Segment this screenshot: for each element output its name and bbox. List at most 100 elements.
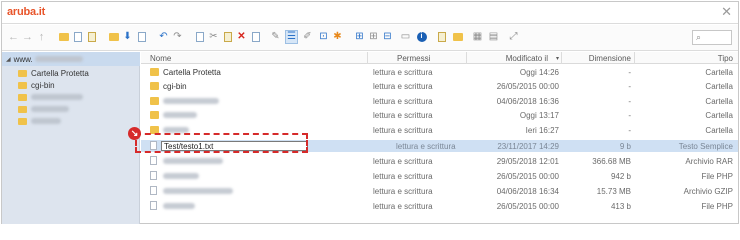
edit-name-icon[interactable]: ☰	[285, 30, 298, 44]
tree-item-redacted[interactable]	[18, 115, 61, 127]
download-icon[interactable]: ⬇	[122, 31, 133, 43]
rename-highlight-box	[135, 133, 308, 153]
file-permissions: lettura e scrittura	[373, 111, 433, 120]
delete-icon[interactable]: ✕	[236, 31, 247, 43]
copy-icon[interactable]	[194, 31, 205, 43]
select-all-icon[interactable]: ⊡	[318, 31, 329, 43]
table-row[interactable]: Cartella Protetta lettura e scrittura Og…	[141, 66, 738, 78]
file-icon	[150, 201, 157, 210]
new-file-icon[interactable]	[72, 31, 83, 43]
file-type: Cartella	[705, 126, 733, 135]
column-header-type[interactable]: Tipo	[718, 54, 733, 63]
folder-icon	[18, 81, 27, 89]
file-modified: Oggi 14:26	[519, 68, 559, 77]
file-size: 413 b	[610, 202, 631, 211]
file-type: File PHP	[701, 172, 733, 181]
monitor-icon[interactable]: ▭	[400, 31, 411, 43]
tree-root-label: www.	[13, 54, 33, 64]
list-view-icon[interactable]: ▤	[488, 31, 499, 43]
new-folder-icon[interactable]	[58, 31, 69, 43]
search-input[interactable]: ⌕	[692, 30, 732, 45]
file-modified: 04/06/2018 16:34	[496, 187, 559, 196]
tree-item-redacted[interactable]	[18, 103, 69, 115]
info-icon[interactable]: i	[416, 31, 427, 43]
archive-icon[interactable]	[436, 31, 447, 43]
tile-icon[interactable]: ⊟	[382, 31, 393, 43]
file-size: -	[628, 111, 631, 120]
aruba-logo: aruba.it	[7, 6, 46, 18]
expand-icon[interactable]: ◢	[6, 56, 11, 63]
tree-item-redacted[interactable]	[18, 91, 83, 103]
title-bar: aruba.it ✕	[2, 2, 738, 24]
column-divider	[466, 52, 467, 64]
list-header: Nome Permessi Modificato il ▾ Dimensione…	[141, 52, 738, 64]
icons-view-icon[interactable]: ▦	[472, 31, 483, 43]
column-header-name[interactable]: Nome	[150, 54, 171, 63]
upload-icon[interactable]	[136, 31, 147, 43]
column-header-permissions[interactable]: Permessi	[397, 54, 430, 63]
table-row[interactable]: lettura e scrittura 04/06/2018 16:36 - C…	[141, 95, 738, 107]
folder-icon	[150, 68, 159, 76]
folder-icon	[150, 111, 159, 119]
tree-root[interactable]: ◢ www.	[2, 52, 140, 66]
table-row[interactable]: lettura e scrittura 29/05/2018 12:01 366…	[141, 155, 738, 167]
file-modified: Ieri 16:27	[525, 126, 559, 135]
file-name-redacted	[163, 172, 199, 181]
tree-item-cartella-protetta[interactable]: Cartella Protetta	[18, 67, 89, 79]
file-size: -	[628, 126, 631, 135]
back-arrow-icon[interactable]: ←	[8, 31, 19, 43]
file-size: 942 b	[610, 172, 631, 181]
folder-icon	[150, 82, 159, 90]
tree-item-label: Cartella Protetta	[31, 68, 89, 78]
duplicate-icon[interactable]	[250, 31, 261, 43]
fullscreen-icon[interactable]: ⤢	[508, 31, 519, 43]
grid-icon[interactable]: ⊞	[368, 31, 379, 43]
sort-arrow-icon: ▾	[555, 56, 559, 62]
file-permissions: lettura e scrittura	[373, 202, 433, 211]
star-icon[interactable]: ✱	[332, 31, 343, 43]
up-arrow-icon[interactable]: ↑	[36, 31, 47, 43]
file-type: Cartella	[705, 111, 733, 120]
undo-icon[interactable]: ↶	[158, 31, 169, 43]
forward-arrow-icon[interactable]: →	[22, 31, 33, 43]
tree-item-cgi-bin[interactable]: cgi-bin	[18, 79, 55, 91]
open-folder-icon[interactable]	[108, 31, 119, 43]
file-size: -	[628, 82, 631, 91]
file-modified: 26/05/2015 00:00	[496, 202, 559, 211]
table-row[interactable]: lettura e scrittura 04/06/2018 16:34 15.…	[141, 185, 738, 197]
paste-icon[interactable]	[222, 31, 233, 43]
column-header-modified[interactable]: Modificato il	[506, 54, 548, 63]
table-row[interactable]: lettura e scrittura 26/05/2015 00:00 942…	[141, 170, 738, 182]
file-permissions: lettura e scrittura	[396, 142, 456, 151]
file-type: Cartella	[705, 97, 733, 106]
file-type: File PHP	[701, 202, 733, 211]
redo-icon[interactable]: ↷	[172, 31, 183, 43]
folder-icon	[18, 69, 27, 77]
file-permissions: lettura e scrittura	[373, 126, 433, 135]
cut-icon[interactable]: ✂	[208, 31, 219, 43]
redacted-text	[31, 118, 61, 124]
file-size: 366.68 MB	[592, 157, 631, 166]
close-icon[interactable]: ✕	[721, 5, 732, 18]
column-divider	[561, 52, 562, 64]
file-size: 15.73 MB	[596, 187, 631, 196]
edit-icon[interactable]: ✐	[302, 31, 313, 43]
file-size: -	[628, 68, 631, 77]
table-row[interactable]: lettura e scrittura 26/05/2015 00:00 413…	[141, 200, 738, 212]
file-icon	[150, 156, 157, 165]
file-name-redacted	[163, 157, 223, 166]
new-text-file-icon[interactable]	[86, 31, 97, 43]
file-modified: 26/05/2015 00:00	[496, 82, 559, 91]
file-modified: 29/05/2018 12:01	[496, 157, 559, 166]
table-row[interactable]: cgi-bin lettura e scrittura 26/05/2015 0…	[141, 80, 738, 92]
file-permissions: lettura e scrittura	[373, 157, 433, 166]
file-modified: Oggi 13:17	[519, 111, 559, 120]
file-modified: 04/06/2018 16:36	[496, 97, 559, 106]
file-permissions: lettura e scrittura	[373, 172, 433, 181]
column-header-size[interactable]: Dimensione	[589, 54, 631, 63]
resize-icon[interactable]: ⊞	[354, 31, 365, 43]
file-icon	[150, 186, 157, 195]
extract-icon[interactable]	[452, 31, 463, 43]
table-row[interactable]: lettura e scrittura Oggi 13:17 - Cartell…	[141, 109, 738, 121]
rename-icon[interactable]: ✎	[270, 31, 281, 43]
